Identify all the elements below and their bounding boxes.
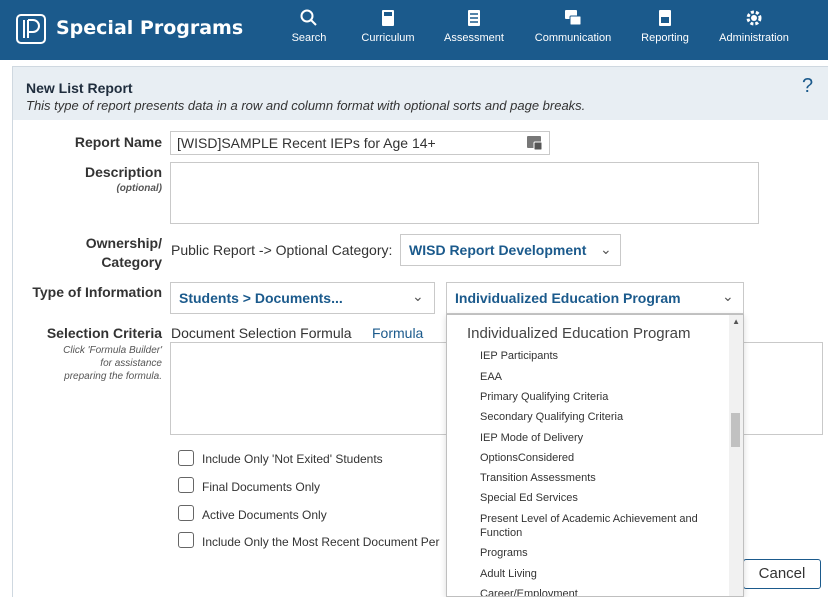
nav-label: Curriculum	[361, 32, 415, 44]
category-label: Category	[101, 254, 162, 270]
top-navigation-bar: Special Programs Search Curriculum Asses…	[0, 0, 828, 60]
nav-label: Assessment	[444, 32, 504, 44]
chat-icon	[565, 10, 582, 26]
not-exited-label: Include Only 'Not Exited' Students	[202, 452, 383, 466]
page-title: New List Report	[26, 80, 133, 96]
selection-hint-1: Click 'Formula Builder'	[63, 345, 162, 356]
nav-curriculum[interactable]: Curriculum	[358, 8, 418, 44]
description-field[interactable]	[170, 162, 759, 224]
page-subtitle: This type of report presents data in a r…	[26, 98, 586, 113]
powerschool-logo-icon	[16, 14, 46, 44]
selection-hint-2: for assistance	[100, 358, 162, 369]
dropdown-option[interactable]: Transition Assessments	[480, 471, 710, 485]
ownership-text: Public Report -> Optional Category:	[171, 242, 393, 258]
scrollbar-thumb[interactable]	[731, 413, 740, 447]
type-dropdown-list[interactable]: Individualized Education Program IEP Par…	[446, 314, 744, 597]
most-recent-checkbox[interactable]	[178, 532, 194, 548]
dropdown-scrollbar[interactable]: ▲	[729, 315, 743, 596]
type-select-primary-value: Students > Documents...	[179, 290, 343, 306]
chevron-down-icon: ⌄	[412, 288, 424, 304]
nav-communication[interactable]: Communication	[530, 8, 616, 44]
formula-builder-link[interactable]: Formula	[372, 325, 423, 341]
final-documents-checkbox[interactable]	[178, 477, 194, 493]
chevron-down-icon: ⌄	[722, 288, 734, 304]
gear-icon	[746, 10, 762, 26]
cancel-button[interactable]: Cancel	[743, 559, 821, 589]
dropdown-option[interactable]: Secondary Qualifying Criteria	[480, 410, 710, 424]
report-icon	[659, 10, 671, 26]
description-optional-label: (optional)	[116, 183, 162, 194]
type-of-information-label: Type of Information	[32, 284, 162, 300]
active-documents-checkbox[interactable]	[178, 505, 194, 521]
selection-formula-text: Document Selection Formula	[171, 325, 352, 341]
search-icon	[300, 9, 317, 26]
dropdown-option[interactable]: Special Ed Services	[480, 491, 710, 505]
most-recent-label: Include Only the Most Recent Document Pe…	[202, 535, 440, 549]
spellcheck-icon[interactable]	[527, 136, 543, 150]
nav-search[interactable]: Search	[289, 8, 329, 44]
ownership-label: Ownership/	[85, 235, 162, 251]
active-documents-label: Active Documents Only	[202, 508, 327, 522]
chevron-down-icon: ⌄	[600, 241, 612, 257]
app-title[interactable]: Special Programs	[56, 17, 243, 39]
book-icon	[382, 10, 394, 26]
nav-reporting[interactable]: Reporting	[637, 8, 693, 44]
type-select-primary[interactable]: Students > Documents...	[170, 282, 435, 314]
dropdown-option[interactable]: Adult Living	[480, 567, 710, 581]
not-exited-checkbox[interactable]	[178, 450, 194, 466]
dropdown-option[interactable]: IEP Participants	[480, 349, 710, 363]
report-name-label: Report Name	[74, 134, 162, 150]
description-label: Description	[84, 164, 162, 180]
checklist-icon	[468, 10, 480, 26]
report-name-value: [WISD]SAMPLE Recent IEPs for Age 14+	[177, 135, 436, 151]
type-select-secondary-value: Individualized Education Program	[455, 290, 681, 306]
dropdown-option[interactable]: EAA	[480, 370, 710, 384]
help-icon[interactable]: ?	[802, 75, 813, 98]
nav-administration[interactable]: Administration	[716, 8, 792, 44]
nav-label: Administration	[719, 32, 789, 44]
dropdown-option[interactable]: Programs	[480, 546, 710, 560]
dropdown-option[interactable]: IEP Mode of Delivery	[480, 431, 710, 445]
type-select-secondary[interactable]: Individualized Education Program	[446, 282, 744, 314]
selection-hint-3: preparing the formula.	[64, 371, 162, 382]
final-documents-label: Final Documents Only	[202, 480, 321, 494]
category-select[interactable]: WISD Report Development	[400, 234, 621, 266]
nav-label: Communication	[534, 32, 612, 44]
category-select-value: WISD Report Development	[409, 242, 587, 258]
nav-assessment[interactable]: Assessment	[443, 8, 505, 44]
dropdown-group-header: Individualized Education Program	[467, 325, 691, 342]
dropdown-option[interactable]: Primary Qualifying Criteria	[480, 390, 710, 404]
selection-criteria-label: Selection Criteria	[46, 325, 162, 341]
nav-label: Reporting	[641, 32, 689, 44]
scroll-up-icon[interactable]: ▲	[732, 317, 740, 326]
nav-label: Search	[291, 32, 327, 44]
dropdown-option[interactable]: Career/Employment	[480, 587, 710, 596]
dropdown-option[interactable]: Present Level of Academic Achievement an…	[480, 512, 710, 540]
report-name-input[interactable]: [WISD]SAMPLE Recent IEPs for Age 14+	[170, 131, 550, 155]
dropdown-option[interactable]: OptionsConsidered	[480, 451, 710, 465]
